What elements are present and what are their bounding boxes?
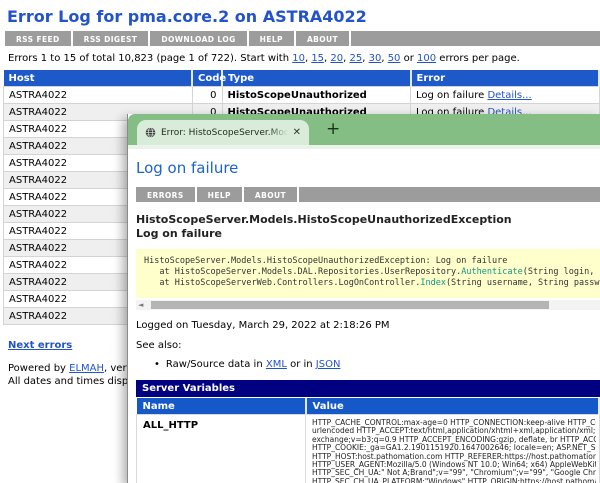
window-titlebar[interactable]: Error: HistoScopeServer.Models.H ✕ + <box>128 114 600 145</box>
horizontal-scrollbar[interactable]: ◄ <box>136 300 600 310</box>
server-variables-header: Server Variables <box>136 380 600 397</box>
page-size-link-10[interactable]: 10 <box>292 53 305 64</box>
or-in-text: or in <box>287 359 316 370</box>
page-size-link-20[interactable]: 20 <box>330 53 343 64</box>
page-title: Error Log for pma.core.2 on ASTRA4022 <box>7 7 600 26</box>
stack-line: at HistoScopeServerWeb.Controllers.LogOn… <box>144 278 593 289</box>
tab-close-icon[interactable]: ✕ <box>293 128 301 138</box>
popup-menu-item-help[interactable]: HELP <box>197 187 244 202</box>
status-prefix: Errors 1 to 15 of total 10,823 (page 1 o… <box>8 53 292 64</box>
json-link[interactable]: JSON <box>316 359 341 370</box>
status-line: Errors 1 to 15 of total 10,823 (page 1 o… <box>0 46 600 70</box>
page-size-links: 10, 15, 20, 25, 30, 50 or 100 <box>292 53 436 64</box>
see-also-label: See also: <box>136 340 600 351</box>
popup-menu-item-errors[interactable]: ERRORS <box>136 187 197 202</box>
method-link-index[interactable]: Index <box>420 278 446 288</box>
logged-on-text: Logged on Tuesday, March 29, 2022 at 2:1… <box>136 320 600 331</box>
page-size-link-25[interactable]: 25 <box>350 53 363 64</box>
variable-value-cell: HTTP_CACHE_CONTROL:max-age=0 HTTP_CONNEC… <box>306 415 600 483</box>
stack-trace: HistoScopeServer.Models.HistoScopeUnauth… <box>136 249 600 298</box>
sv-column-header-value: Value <box>306 398 600 415</box>
server-variables-table: NameValue ALL_HTTPHTTP_CACHE_CONTROL:max… <box>136 398 600 483</box>
menu-item-rss-feed[interactable]: RSS FEED <box>5 31 73 46</box>
tab-title: Error: HistoScopeServer.Models.H <box>161 128 288 138</box>
status-suffix: errors per page. <box>436 53 520 64</box>
raw-source-item: • Raw/Source data in XML or in JSON <box>154 359 600 370</box>
main-menubar: RSS FEEDRSS DIGESTDOWNLOAD LOGHELPABOUT <box>5 31 600 46</box>
page-size-link-50[interactable]: 50 <box>388 53 401 64</box>
new-tab-button[interactable]: + <box>326 118 340 140</box>
column-header-error: Error <box>411 70 600 87</box>
error-row: ASTRA40220HistoScopeUnauthorizedLog on f… <box>4 87 600 104</box>
page-size-link-15[interactable]: 15 <box>311 53 324 64</box>
scroll-left-arrow-icon[interactable]: ◄ <box>138 301 143 309</box>
column-header-host: Host <box>4 70 193 87</box>
bullet-icon: • <box>154 359 160 370</box>
xml-link[interactable]: XML <box>266 359 287 370</box>
method-link-authenticate[interactable]: Authenticate <box>461 267 522 277</box>
error-detail-window: Error: HistoScopeServer.Models.H ✕ + Log… <box>127 114 600 483</box>
globe-icon <box>145 127 156 138</box>
stack-line: HistoScopeServer.Models.HistoScopeUnauth… <box>144 256 593 267</box>
popup-menubar: ERRORSHELPABOUT <box>136 187 600 202</box>
popup-menu-item-about[interactable]: ABOUT <box>244 187 299 202</box>
raw-source-text: Raw/Source data in <box>166 359 266 370</box>
popup-content: Log on failure ERRORSHELPABOUT HistoScop… <box>128 149 600 483</box>
exception-heading: HistoScopeServer.Models.HistoScopeUnauth… <box>136 213 600 241</box>
page-size-link-100[interactable]: 100 <box>417 53 436 64</box>
error-cell: Log on failure Details... <box>411 87 600 104</box>
column-header-type: Type <box>222 70 411 87</box>
menu-item-rss-digest[interactable]: RSS DIGEST <box>73 31 151 46</box>
host-cell: ASTRA4022 <box>4 87 193 104</box>
popup-page-title: Log on failure <box>136 159 600 177</box>
menu-item-about[interactable]: ABOUT <box>296 31 351 46</box>
variable-name-cell: ALL_HTTP <box>137 415 306 483</box>
server-variables-table-header: NameValue <box>137 398 600 415</box>
elmah-link[interactable]: ELMAH <box>69 363 104 374</box>
type-cell: HistoScopeUnauthorized <box>222 87 411 104</box>
code-cell: 0 <box>192 87 222 104</box>
powered-by-text: Powered by <box>8 363 69 374</box>
scrollbar-thumb[interactable] <box>151 301 549 309</box>
server-variable-row: ALL_HTTPHTTP_CACHE_CONTROL:max-age=0 HTT… <box>137 415 600 483</box>
menu-item-help[interactable]: HELP <box>249 31 296 46</box>
page-size-link-30[interactable]: 30 <box>369 53 382 64</box>
next-errors-link[interactable]: Next errors <box>8 340 72 351</box>
browser-tab[interactable]: Error: HistoScopeServer.Models.H ✕ <box>137 120 309 145</box>
stack-line: at HistoScopeServer.Models.DAL.Repositor… <box>144 267 593 278</box>
column-header-code: Code <box>192 70 222 87</box>
sv-column-header-name: Name <box>137 398 306 415</box>
details-link[interactable]: Details... <box>487 90 531 101</box>
exception-type: HistoScopeServer.Models.HistoScopeUnauth… <box>136 213 512 226</box>
exception-message: Log on failure <box>136 227 222 240</box>
menu-item-download-log[interactable]: DOWNLOAD LOG <box>150 31 248 46</box>
variable-value-text: HTTP_CACHE_CONTROL:max-age=0 HTTP_CONNEC… <box>312 419 596 483</box>
error-table-header: HostCodeTypeError <box>4 70 600 87</box>
